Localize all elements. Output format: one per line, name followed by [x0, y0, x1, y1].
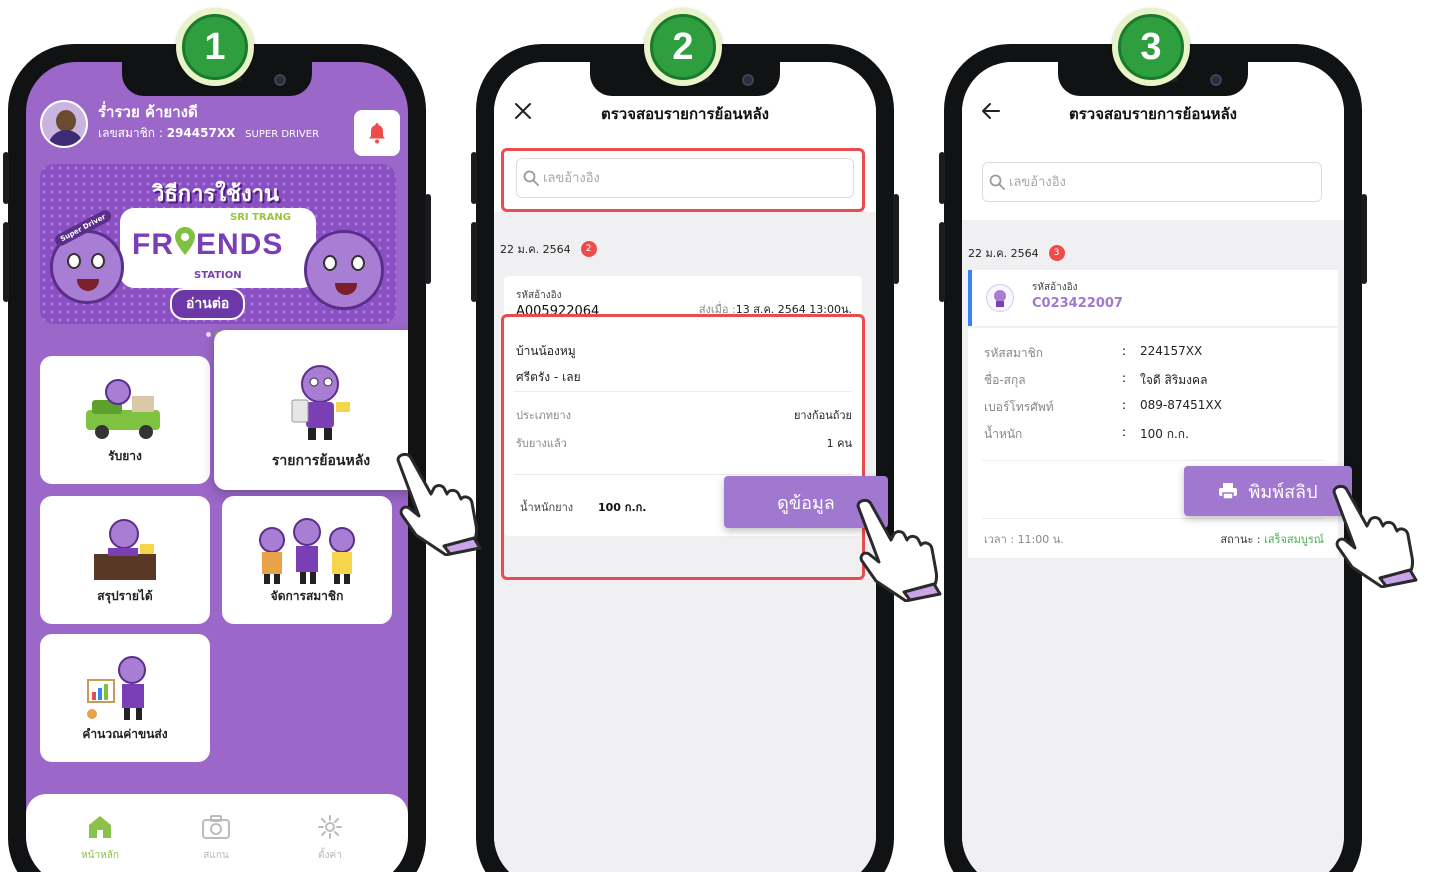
banner-title: วิธีการใช้งาน [152, 182, 280, 207]
tile-income-summary[interactable]: สรุปรายได้ [40, 496, 210, 624]
home-screen: ร่ำรวย ค้ายางดี เลขสมาชิก : 294457XX SUP… [26, 62, 408, 872]
status-value: เสร็จสมบูรณ์ [1264, 533, 1324, 546]
date-label: 22 ม.ค. 2564 [968, 247, 1039, 260]
tab-label: สแกน [203, 850, 229, 861]
detail-value: 089-87451XX [1140, 398, 1222, 412]
member-tier: SUPER DRIVER [245, 129, 320, 140]
pointing-hand-icon [396, 452, 482, 556]
tile-label: คำนวณค่าขนส่ง [82, 727, 168, 741]
tile-label: สรุปรายได้ [97, 589, 153, 603]
highlight-record [501, 314, 865, 580]
tab-label: ตั้งค่า [318, 850, 342, 861]
tab-home[interactable]: หน้าหลัก [60, 814, 140, 863]
tile-receive-rubber[interactable]: รับยาง [40, 356, 210, 484]
mascot-clipboard-illustration [276, 360, 366, 440]
phone-home: ร่ำรวย ค้ายางดี เลขสมาชิก : 294457XX SUP… [3, 44, 431, 872]
page-title: ตรวจสอบรายการย้อนหลัง [601, 105, 769, 123]
notification-button[interactable] [354, 110, 400, 156]
date-label: 22 ม.ค. 2564 [500, 243, 571, 256]
highlight-search [501, 148, 865, 212]
phone-record-detail: ตรวจสอบรายการย้อนหลัง 22 ม.ค. 2564 3 รหั… [939, 44, 1367, 872]
phone-history-list: ตรวจสอบรายการย้อนหลัง 22 ม.ค. 2564 2 รหั… [471, 44, 899, 872]
record-header[interactable]: รหัสอ้างอิง C023422007 [968, 270, 1338, 326]
tab-label: หน้าหลัก [81, 850, 119, 861]
avatar[interactable] [40, 100, 88, 148]
step-badge-1: 1 [176, 8, 254, 86]
mascot-right [304, 230, 384, 310]
camera-icon [202, 815, 230, 839]
record-details: รหัสสมาชิก : 224157XX ชื่อ-สกุล : ใจดี ส… [968, 328, 1338, 558]
record-avatar [986, 284, 1014, 312]
banner-brand: FR ENDS [132, 227, 284, 261]
print-slip-label: พิมพ์สลิป [1248, 481, 1318, 503]
search-input[interactable] [1009, 174, 1309, 190]
detail-value: 224157XX [1140, 344, 1203, 358]
status-info: สถานะ : เสร็จสมบูรณ์ [1220, 530, 1324, 548]
tile-label: จัดการสมาชิก [270, 589, 344, 603]
tile-history[interactable]: รายการย้อนหลัง [214, 330, 408, 490]
history-list-screen: ตรวจสอบรายการย้อนหลัง 22 ม.ค. 2564 2 รหั… [494, 62, 876, 872]
detail-row: เบอร์โทรศัพท์ : 089-87451XX [984, 398, 1222, 414]
page-title: ตรวจสอบรายการย้อนหลัง [1069, 105, 1237, 123]
step-badge-2: 2 [644, 8, 722, 86]
mascot-chart-illustration [80, 654, 170, 724]
tile-label: รับยาง [108, 449, 142, 463]
tab-scan[interactable]: สแกน [176, 814, 256, 863]
tile-label: รายการย้อนหลัง [271, 453, 371, 469]
ref-label: รหัสอ้างอิง [1032, 282, 1078, 293]
time-label: เวลา : [984, 533, 1015, 546]
banner-station: STATION [194, 270, 242, 281]
tile-shipping-calculator[interactable]: คำนวณค่าขนส่ง [40, 634, 210, 762]
tile-manage-members[interactable]: จัดการสมาชิก [222, 496, 392, 624]
how-to-banner[interactable]: วิธีการใช้งาน SRI TRANG FR ENDS STATION S… [40, 164, 396, 324]
date-row: 22 ม.ค. 2564 3 [968, 244, 1065, 262]
mascot-desk-illustration [80, 516, 170, 586]
truck-illustration [80, 376, 170, 446]
member-label: เลขสมาชิก : [98, 126, 163, 140]
detail-row: ชื่อ-สกุล : ใจดี สิริมงคล [984, 371, 1324, 390]
search-icon [989, 174, 1005, 190]
bottom-tab-bar: หน้าหลัก สแกน ตั้งค่า [26, 794, 408, 872]
detail-label: รหัสสมาชิก [984, 346, 1044, 360]
tutorial-stage: ร่ำรวย ค้ายางดี เลขสมาชิก : 294457XX SUP… [0, 0, 1432, 872]
user-profile: ร่ำรวย ค้ายางดี เลขสมาชิก : 294457XX SUP… [40, 92, 400, 152]
pointing-hand-icon [856, 498, 942, 602]
home-icon [89, 816, 111, 838]
member-id: 294457XX [166, 126, 236, 140]
time-value: 11:00 น. [1017, 533, 1064, 546]
detail-label: เบอร์โทรศัพท์ [984, 400, 1054, 414]
search-box[interactable] [982, 162, 1322, 202]
detail-value: ใจดี สิริมงคล [1140, 373, 1208, 387]
banner-brand-card: SRI TRANG FR ENDS STATION [120, 208, 316, 288]
ref-label: รหัสอ้างอิง [516, 290, 562, 301]
tab-settings[interactable]: ตั้งค่า [290, 814, 370, 863]
date-row: 22 ม.ค. 2564 2 [500, 240, 597, 258]
user-name: ร่ำรวย ค้ายางดี [98, 103, 198, 121]
detail-row: รหัสสมาชิก : 224157XX [984, 344, 1203, 360]
location-pin-icon [175, 227, 195, 255]
member-info: เลขสมาชิก : 294457XX SUPER DRIVER [98, 124, 319, 143]
time-info: เวลา : 11:00 น. [984, 530, 1064, 548]
printer-icon [1219, 483, 1238, 500]
read-more-button[interactable]: อ่านต่อ [170, 288, 246, 320]
detail-row: น้ำหนัก : 100 ก.ก. [984, 425, 1324, 444]
banner-subtitle: SRI TRANG [230, 212, 291, 223]
mascot-icon [994, 290, 1006, 307]
count-badge: 3 [1048, 245, 1065, 261]
count-badge: 2 [580, 241, 597, 257]
bell-icon [369, 123, 385, 144]
step-badge-3: 3 [1112, 8, 1190, 86]
pointing-hand-icon [1332, 484, 1418, 588]
detail-label: น้ำหนัก [984, 427, 1023, 441]
detail-value: 100 ก.ก. [1140, 427, 1189, 441]
gear-icon [318, 815, 342, 839]
mascot-group-illustration [252, 516, 362, 586]
ref-value: C023422007 [1032, 296, 1123, 311]
detail-label: ชื่อ-สกุล [984, 373, 1026, 387]
status-label: สถานะ : [1220, 533, 1261, 546]
